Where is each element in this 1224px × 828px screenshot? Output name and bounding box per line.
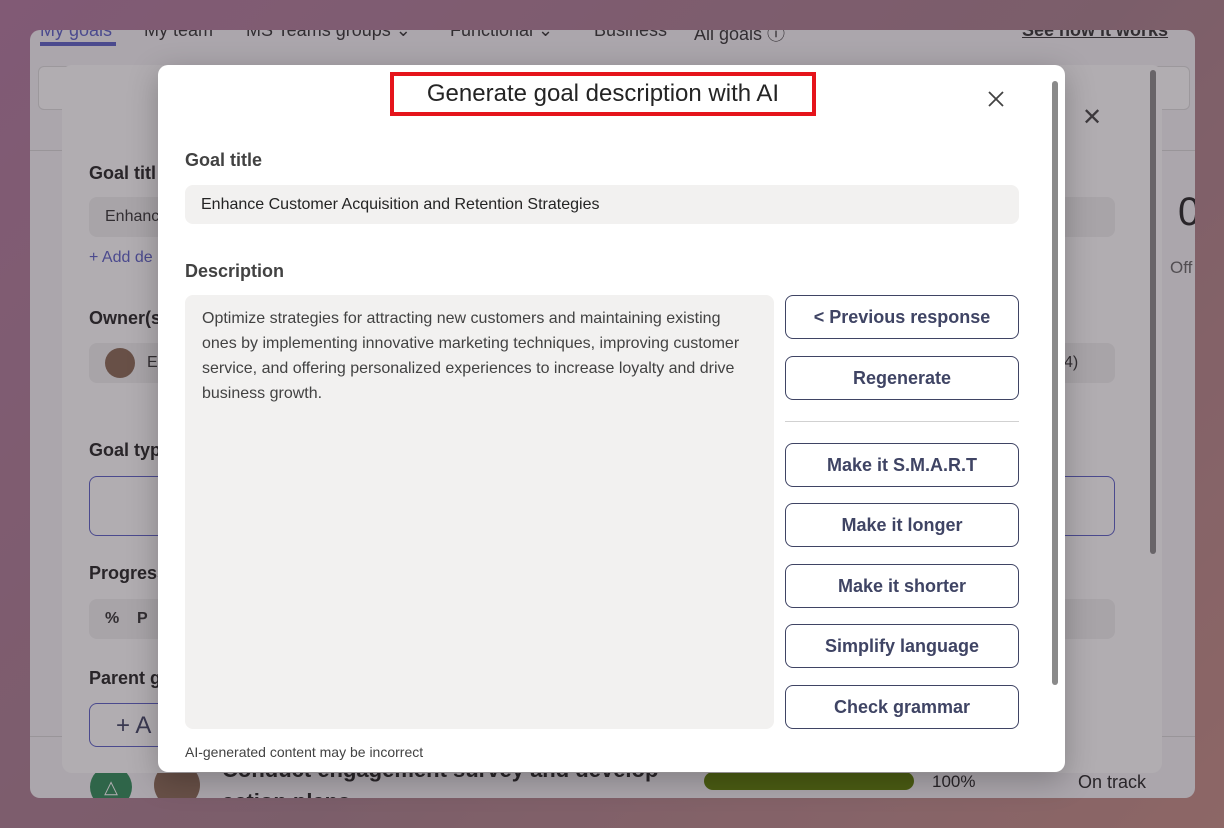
description-label: Description: [185, 261, 285, 281]
goal-title-label: Goal title: [185, 150, 263, 170]
make-longer-button[interactable]: Make it longer: [785, 503, 1019, 547]
dialog-scrollbar[interactable]: [1052, 81, 1058, 685]
previous-response-button[interactable]: < Previous response: [785, 295, 1019, 339]
dialog-title: Generate goal description with AI: [390, 72, 816, 116]
generate-description-dialog: Generate goal description with AI Goal t…: [158, 65, 1065, 772]
close-icon[interactable]: [984, 87, 1008, 111]
make-shorter-button[interactable]: Make it shorter: [785, 564, 1019, 608]
simplify-language-button[interactable]: Simplify language: [785, 624, 1019, 668]
make-smart-button[interactable]: Make it S.M.A.R.T: [785, 443, 1019, 487]
description-textarea[interactable]: Optimize strategies for attracting new c…: [185, 295, 774, 729]
check-grammar-button[interactable]: Check grammar: [785, 685, 1019, 729]
goal-title-input[interactable]: Enhance Customer Acquisition and Retenti…: [185, 185, 1019, 224]
buttons-divider: [785, 421, 1019, 422]
regenerate-button[interactable]: Regenerate: [785, 356, 1019, 400]
ai-disclaimer: AI-generated content may be incorrect: [185, 744, 424, 760]
